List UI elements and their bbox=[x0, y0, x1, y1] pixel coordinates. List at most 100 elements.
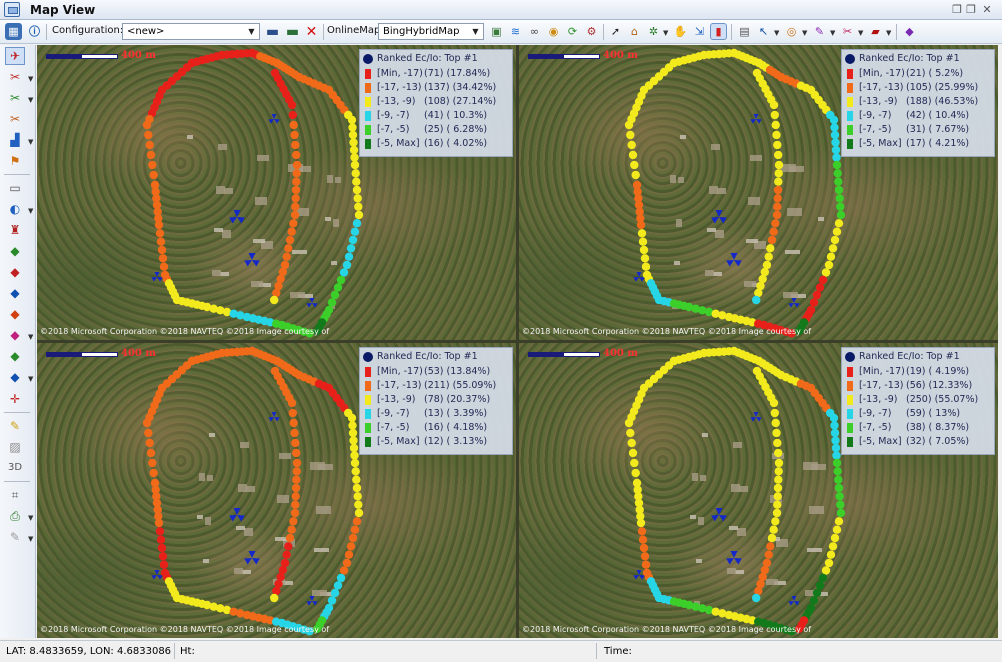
home-icon[interactable]: ⌂ bbox=[626, 23, 643, 40]
frame-icon[interactable]: ▭ bbox=[5, 179, 25, 197]
map-panel-top-left[interactable]: 400 m ©2018 Microsoft Corporation ©2018 … bbox=[37, 45, 516, 340]
sector-2-icon[interactable]: ◆ bbox=[5, 263, 25, 281]
toolbox-icon[interactable]: ▰ bbox=[867, 23, 884, 40]
chevron-down-icon[interactable]: ▼ bbox=[28, 75, 33, 83]
measurement-point bbox=[348, 130, 358, 140]
chevron-down-icon[interactable]: ▼ bbox=[28, 207, 33, 215]
chevron-down-icon[interactable]: ▼ bbox=[28, 375, 33, 383]
route-icon[interactable]: ✂ bbox=[839, 23, 856, 40]
route-point-icon[interactable]: ✂ bbox=[5, 110, 25, 128]
chevron-down-icon[interactable]: ▼ bbox=[28, 535, 33, 543]
chevron-down-icon[interactable]: ▼ bbox=[28, 138, 33, 146]
map-copyright: ©2018 Microsoft Corporation ©2018 NAVTEQ… bbox=[40, 625, 330, 634]
measurement-point bbox=[292, 458, 302, 468]
drive-route-icon[interactable]: ✈ bbox=[5, 47, 25, 65]
marker-icon[interactable]: ✎ bbox=[811, 23, 828, 40]
arrow-tool-icon[interactable]: ↖ bbox=[755, 23, 772, 40]
map-copyright: ©2018 Microsoft Corporation ©2018 NAVTEQ… bbox=[40, 327, 330, 336]
layers-icon[interactable]: ≋ bbox=[507, 23, 524, 40]
pan-hand-icon[interactable]: ✋ bbox=[672, 23, 689, 40]
legend-row: [-9, -7) (13) ( 3.39%) bbox=[364, 408, 512, 420]
chart-tool-icon[interactable]: ▟ bbox=[5, 131, 25, 149]
measurement-point bbox=[354, 210, 364, 220]
refresh-icon[interactable]: ⟳ bbox=[564, 23, 581, 40]
settings-icon[interactable]: ⚙ bbox=[583, 23, 600, 40]
measurement-point bbox=[769, 100, 779, 110]
building bbox=[818, 217, 824, 221]
sector-icon[interactable]: ◆ bbox=[5, 242, 25, 260]
sector-7-icon[interactable]: ◆ bbox=[5, 368, 25, 386]
building bbox=[711, 144, 720, 150]
chevron-down-icon[interactable]: ▼ bbox=[802, 29, 807, 37]
sector-6-icon[interactable]: ◆ bbox=[5, 347, 25, 365]
signpost-icon[interactable]: ⚑ bbox=[5, 152, 25, 170]
sector-3-icon[interactable]: ◆ bbox=[5, 284, 25, 302]
measurement-point bbox=[824, 260, 834, 270]
measurement-point bbox=[769, 398, 779, 408]
route-tool-icon[interactable]: ✂ bbox=[5, 68, 25, 86]
configuration-label: Configuration: bbox=[52, 25, 124, 36]
map-panel-bottom-left[interactable]: 400 m ©2018 Microsoft Corporation ©2018 … bbox=[37, 343, 516, 638]
expand-icon[interactable]: ⌗ bbox=[5, 486, 25, 504]
ruler-icon[interactable]: ✎ bbox=[5, 417, 25, 435]
building bbox=[809, 506, 824, 514]
chevron-down-icon[interactable]: ▼ bbox=[28, 514, 33, 522]
map-panel-bottom-right[interactable]: 400 m ©2018 Microsoft Corporation ©2018 … bbox=[519, 343, 998, 638]
toggle-icon[interactable]: ◐ bbox=[5, 200, 25, 218]
measurement-point bbox=[626, 428, 635, 438]
configuration-select[interactable]: <new> ▼ bbox=[122, 23, 260, 40]
measurement-point bbox=[350, 160, 360, 170]
export-icon[interactable]: ⎙ bbox=[5, 507, 25, 525]
sector-4-icon[interactable]: ◆ bbox=[5, 305, 25, 323]
sector-5-icon[interactable]: ◆ bbox=[5, 326, 25, 344]
onlinemap-select[interactable]: BingHybridMap ▼ bbox=[378, 23, 484, 40]
select-cursor-icon[interactable]: ➚ bbox=[607, 23, 624, 40]
measurement-point bbox=[636, 518, 646, 528]
save-icon[interactable]: ▬ bbox=[264, 23, 281, 40]
grid-layout-icon[interactable]: ▦ bbox=[5, 23, 22, 40]
close-icon[interactable]: ✕ bbox=[980, 3, 994, 16]
chevron-down-icon[interactable]: ▼ bbox=[774, 29, 779, 37]
measurement-point bbox=[770, 408, 779, 418]
grid-icon[interactable]: ▤ bbox=[736, 23, 753, 40]
building bbox=[717, 188, 726, 194]
measurement-point bbox=[292, 448, 301, 458]
measurement-point bbox=[773, 185, 783, 195]
save-as-icon[interactable]: ▬ bbox=[284, 23, 301, 40]
route-tool-2-icon[interactable]: ✂ bbox=[5, 89, 25, 107]
chevron-down-icon[interactable]: ▼ bbox=[28, 333, 33, 341]
delete-icon[interactable]: ✕ bbox=[303, 23, 320, 40]
chevron-down-icon[interactable]: ▼ bbox=[28, 96, 33, 104]
measurement-point bbox=[770, 110, 779, 120]
measurement-point bbox=[346, 542, 356, 551]
image-icon[interactable]: ▨ bbox=[5, 438, 25, 456]
globe-icon[interactable]: ◉ bbox=[545, 23, 562, 40]
crosshair-icon[interactable]: ✛ bbox=[5, 390, 25, 408]
cell-site-marker bbox=[229, 210, 245, 224]
chevron-down-icon[interactable]: ▼ bbox=[858, 29, 863, 37]
info-icon[interactable]: ⓘ bbox=[26, 23, 43, 40]
legend-chart-icon[interactable]: ▮ bbox=[710, 23, 727, 40]
measurement-point bbox=[830, 123, 839, 132]
configuration-value: <new> bbox=[127, 26, 165, 37]
cell-site-icon[interactable]: ♜ bbox=[5, 221, 25, 239]
float-icon[interactable]: ❐ bbox=[964, 3, 978, 16]
map-layer-icon[interactable]: ▣ bbox=[488, 23, 505, 40]
link-icon[interactable]: ∞ bbox=[526, 23, 543, 40]
tools-disabled-icon[interactable]: ✎ bbox=[5, 528, 25, 546]
legend-row: [-9, -7) (59) ( 13%) bbox=[846, 408, 994, 420]
restore-icon[interactable]: ❐ bbox=[950, 3, 964, 16]
measurement-point bbox=[287, 100, 297, 110]
eraser-icon[interactable]: ◆ bbox=[901, 23, 918, 40]
measurement-point bbox=[344, 252, 354, 261]
building bbox=[244, 528, 253, 536]
zoom-icon[interactable]: ✲ bbox=[645, 23, 662, 40]
3d-view-icon[interactable]: 3D bbox=[5, 459, 25, 477]
target-icon[interactable]: ◎ bbox=[783, 23, 800, 40]
measurement-point bbox=[144, 428, 153, 438]
map-panel-top-right[interactable]: 400 m ©2018 Microsoft Corporation ©2018 … bbox=[519, 45, 998, 340]
chevron-down-icon[interactable]: ▼ bbox=[663, 29, 668, 37]
measure-icon[interactable]: ⇲ bbox=[691, 23, 708, 40]
chevron-down-icon[interactable]: ▼ bbox=[830, 29, 835, 37]
chevron-down-icon[interactable]: ▼ bbox=[886, 29, 891, 37]
